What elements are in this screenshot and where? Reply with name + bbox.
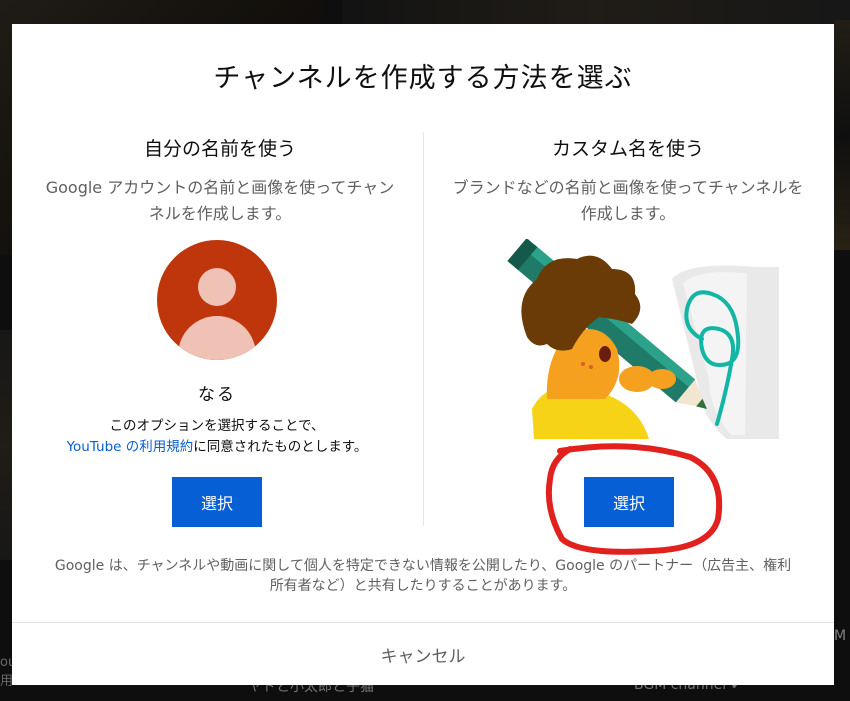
- avatar-head: [198, 268, 236, 306]
- option-title: 自分の名前を使う: [143, 138, 296, 160]
- create-channel-dialog: チャンネルを作成する方法を選ぶ 自分の名前を使う Google アカウントの名前…: [12, 24, 834, 685]
- select-own-name-button[interactable]: 選択: [172, 477, 262, 527]
- consent-line-1: このオプションを選択することで、: [109, 418, 325, 434]
- person-with-pencil-illustration: [507, 239, 779, 439]
- default-user-avatar-icon: [157, 240, 277, 360]
- footer-divider: [12, 622, 834, 623]
- privacy-notice: Google は、チャンネルや動画に関して個人を特定できない情報を公開したり、G…: [54, 558, 792, 594]
- terms-of-service-link[interactable]: YouTube の利用規約: [67, 439, 194, 455]
- consent-line-2: YouTube の利用規約に同意されたものとします。: [12, 437, 422, 458]
- select-custom-name-button[interactable]: 選択: [584, 477, 674, 527]
- avatar-torso: [178, 316, 256, 360]
- option-description: Google アカウントの名前と画像を使ってチャンネルを作成します。: [45, 178, 395, 223]
- account-name: なる: [198, 385, 236, 405]
- dialog-title: チャンネルを作成する方法を選ぶ: [213, 63, 633, 94]
- terms-consent-text: このオプションを選択することで、 YouTube の利用規約に同意されたものとし…: [12, 416, 422, 458]
- column-divider: [423, 132, 424, 526]
- cancel-button[interactable]: キャンセル: [343, 636, 503, 672]
- option-description: ブランドなどの名前と画像を使ってチャンネルを作成します。: [452, 178, 804, 223]
- option-title: カスタム名を使う: [551, 138, 704, 160]
- consent-suffix: に同意されたものとします。: [193, 439, 368, 455]
- use-own-name-option: 自分の名前を使う Google アカウントの名前と画像を使ってチャンネルを作成し…: [34, 132, 406, 227]
- use-custom-name-option: カスタム名を使う ブランドなどの名前と画像を使ってチャンネルを作成します。: [442, 132, 814, 227]
